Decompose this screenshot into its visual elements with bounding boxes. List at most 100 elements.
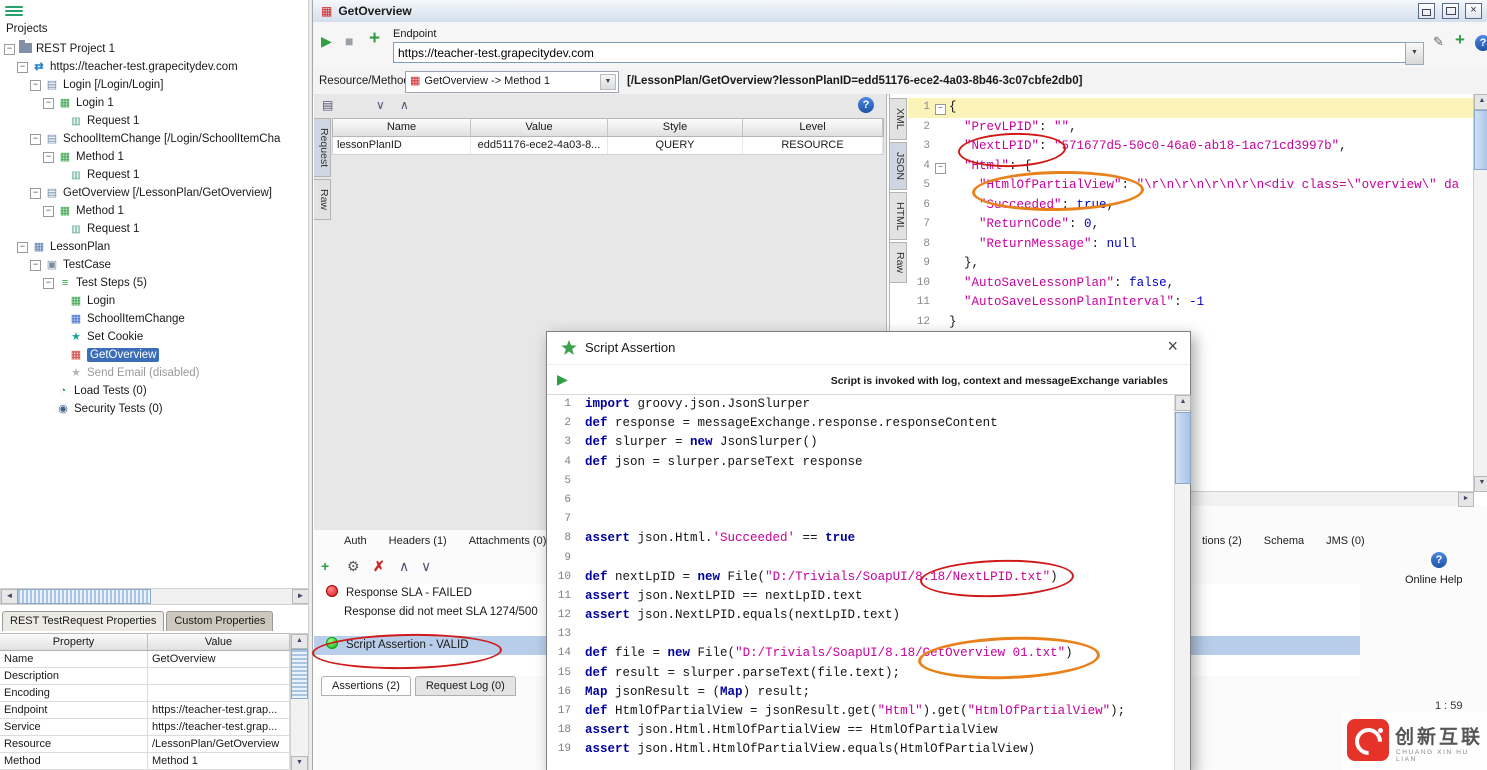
online-help-label[interactable]: Online Help bbox=[1405, 574, 1462, 586]
run-script-icon[interactable]: ▶ bbox=[557, 371, 568, 388]
tree-expander-icon[interactable]: − bbox=[30, 188, 41, 199]
dialog-scrollbar[interactable]: ▲ bbox=[1174, 395, 1190, 770]
tree-expander-icon[interactable]: − bbox=[4, 44, 15, 55]
tree-expander-icon[interactable]: − bbox=[17, 242, 28, 253]
response-scrollbar[interactable]: ▲ ▼ bbox=[1473, 94, 1487, 492]
scrollbar-thumb[interactable] bbox=[1474, 110, 1487, 170]
tab-request-log-0[interactable]: Request Log (0) bbox=[415, 676, 516, 696]
tree-item[interactable]: −REST Project 1 bbox=[0, 40, 308, 58]
tree-item[interactable]: −▦Method 1 bbox=[0, 148, 308, 166]
tree-expander-icon[interactable]: − bbox=[43, 278, 54, 289]
response-view-tab-html[interactable]: HTML bbox=[890, 192, 907, 241]
add-param-icon[interactable]: + bbox=[1455, 30, 1465, 50]
tree-item[interactable]: ▥Request 1 bbox=[0, 112, 308, 130]
property-value[interactable] bbox=[148, 685, 290, 701]
edit-params-icon[interactable]: ✎ bbox=[1433, 34, 1444, 50]
close-icon[interactable]: × bbox=[1167, 336, 1178, 357]
tree-item[interactable]: ◔Load Tests (0) bbox=[0, 382, 308, 400]
tree-item[interactable]: ▦Login bbox=[0, 292, 308, 310]
tab-jms-0[interactable]: JMS (0) bbox=[1315, 532, 1376, 550]
help-icon[interactable]: ? bbox=[1475, 35, 1487, 51]
scroll-down-icon[interactable]: ▼ bbox=[291, 756, 308, 770]
tree-item[interactable]: ★Send Email (disabled) bbox=[0, 364, 308, 382]
properties-scrollbar[interactable]: ▲ ▼ bbox=[290, 633, 309, 770]
scroll-right-icon[interactable]: ► bbox=[292, 589, 309, 604]
tree-item[interactable]: ◉Security Tests (0) bbox=[0, 400, 308, 418]
tab-assertions-2[interactable]: Assertions (2) bbox=[321, 676, 411, 696]
tree-item[interactable]: ▥Request 1 bbox=[0, 220, 308, 238]
scroll-up-icon[interactable]: ▲ bbox=[291, 634, 308, 649]
property-value[interactable] bbox=[148, 668, 290, 684]
param-row[interactable]: lessonPlanIDedd51176-ece2-4a03-8...QUERY… bbox=[332, 137, 884, 155]
property-value[interactable]: https://teacher-test.grap... bbox=[148, 719, 290, 735]
collapse-icon[interactable]: ∧ bbox=[400, 98, 409, 112]
tab-auth[interactable]: Auth bbox=[333, 532, 378, 550]
scroll-up-icon[interactable]: ▲ bbox=[1474, 94, 1487, 110]
tab-headers-1[interactable]: Headers (1) bbox=[378, 532, 458, 550]
tree-item[interactable]: ▥Request 1 bbox=[0, 166, 308, 184]
fold-icon[interactable] bbox=[934, 98, 947, 118]
maximize-window-icon[interactable] bbox=[1442, 3, 1459, 19]
tree-expander-icon[interactable]: − bbox=[43, 152, 54, 163]
tree-item[interactable]: −⇄https://teacher-test.grapecitydev.com bbox=[0, 58, 308, 76]
scroll-up-icon[interactable]: ▲ bbox=[1175, 395, 1191, 411]
tab-tions-2[interactable]: tions (2) bbox=[1191, 532, 1253, 550]
tree-item[interactable]: −▣TestCase bbox=[0, 256, 308, 274]
property-value[interactable]: /LessonPlan/GetOverview bbox=[148, 736, 290, 752]
tab-custom-properties[interactable]: Custom Properties bbox=[166, 611, 273, 631]
scrollbar-thumb[interactable] bbox=[1175, 412, 1191, 484]
tree-item[interactable]: −▤Login [/Login/Login] bbox=[0, 76, 308, 94]
add-assertion-icon[interactable]: + bbox=[321, 558, 329, 574]
tree-item[interactable]: ▦SchoolItemChange bbox=[0, 310, 308, 328]
dialog-titlebar[interactable]: Script Assertion × bbox=[547, 332, 1190, 365]
online-help-icon[interactable]: ? bbox=[1431, 552, 1447, 568]
tree-expander-icon[interactable]: − bbox=[30, 134, 41, 145]
add-endpoint-icon[interactable]: + bbox=[369, 28, 380, 50]
cancel-request-icon[interactable]: ■ bbox=[345, 33, 353, 49]
fold-icon[interactable] bbox=[934, 157, 947, 177]
help-icon[interactable]: ? bbox=[858, 97, 874, 113]
endpoint-dropdown-icon[interactable]: ▼ bbox=[1405, 42, 1424, 65]
delete-assertion-icon[interactable]: ✗ bbox=[373, 558, 385, 575]
tab-schema[interactable]: Schema bbox=[1253, 532, 1315, 550]
tree-item[interactable]: ▦GetOverview bbox=[0, 346, 308, 364]
tab-rest-testrequest-properties[interactable]: REST TestRequest Properties bbox=[2, 611, 164, 631]
undock-window-icon[interactable] bbox=[1418, 3, 1435, 19]
scroll-down-icon[interactable]: ▼ bbox=[1474, 476, 1487, 492]
tree-item[interactable]: −▦LessonPlan bbox=[0, 238, 308, 256]
submit-request-icon[interactable]: ▶ bbox=[321, 33, 332, 50]
response-view-tab-json[interactable]: JSON bbox=[890, 142, 907, 190]
close-window-icon[interactable]: × bbox=[1465, 3, 1482, 19]
expand-icon[interactable]: ∨ bbox=[376, 98, 385, 112]
tree-expander-icon[interactable]: − bbox=[43, 206, 54, 217]
tree-item[interactable]: ★Set Cookie bbox=[0, 328, 308, 346]
property-value[interactable]: GetOverview bbox=[148, 651, 290, 667]
gear-icon[interactable]: ⚙ bbox=[347, 558, 360, 575]
scrollbar-thumb[interactable] bbox=[17, 589, 151, 604]
tree-horizontal-scrollbar[interactable]: ◄ ► bbox=[0, 588, 310, 605]
scroll-left-icon[interactable]: ◄ bbox=[1, 589, 18, 604]
tab-attachments-0[interactable]: Attachments (0) bbox=[458, 532, 558, 550]
tree-item[interactable]: −≡Test Steps (5) bbox=[0, 274, 308, 292]
tree-expander-icon[interactable]: − bbox=[30, 260, 41, 271]
move-up-icon[interactable]: ∧ bbox=[399, 558, 409, 575]
view-toggle-icon[interactable]: ▤ bbox=[322, 98, 333, 112]
tree-item[interactable]: −▤SchoolItemChange [/Login/SchoolItemCha bbox=[0, 130, 308, 148]
request-view-tab-raw[interactable]: Raw bbox=[314, 179, 331, 220]
window-titlebar[interactable]: ▦GetOverview × bbox=[313, 0, 1487, 23]
tree-expander-icon[interactable]: − bbox=[30, 80, 41, 91]
move-down-icon[interactable]: ∨ bbox=[421, 558, 431, 575]
tree-item[interactable]: −▦Login 1 bbox=[0, 94, 308, 112]
menu-icon[interactable] bbox=[5, 4, 23, 18]
tree-expander-icon[interactable]: − bbox=[17, 62, 28, 73]
method-selector[interactable]: ▦GetOverview -> Method 1 ▼ bbox=[405, 71, 619, 93]
response-view-tab-xml[interactable]: XML bbox=[890, 98, 907, 140]
tree-item[interactable]: −▤GetOverview [/LessonPlan/GetOverview] bbox=[0, 184, 308, 202]
endpoint-input[interactable] bbox=[393, 42, 1409, 63]
scrollbar-thumb[interactable] bbox=[291, 649, 308, 699]
tree-item[interactable]: −▦Method 1 bbox=[0, 202, 308, 220]
property-value[interactable]: Method 1 bbox=[148, 753, 290, 769]
scroll-right-icon[interactable]: ► bbox=[1458, 492, 1474, 507]
property-value[interactable]: https://teacher-test.grap... bbox=[148, 702, 290, 718]
request-view-tab-request[interactable]: Request bbox=[314, 118, 331, 177]
